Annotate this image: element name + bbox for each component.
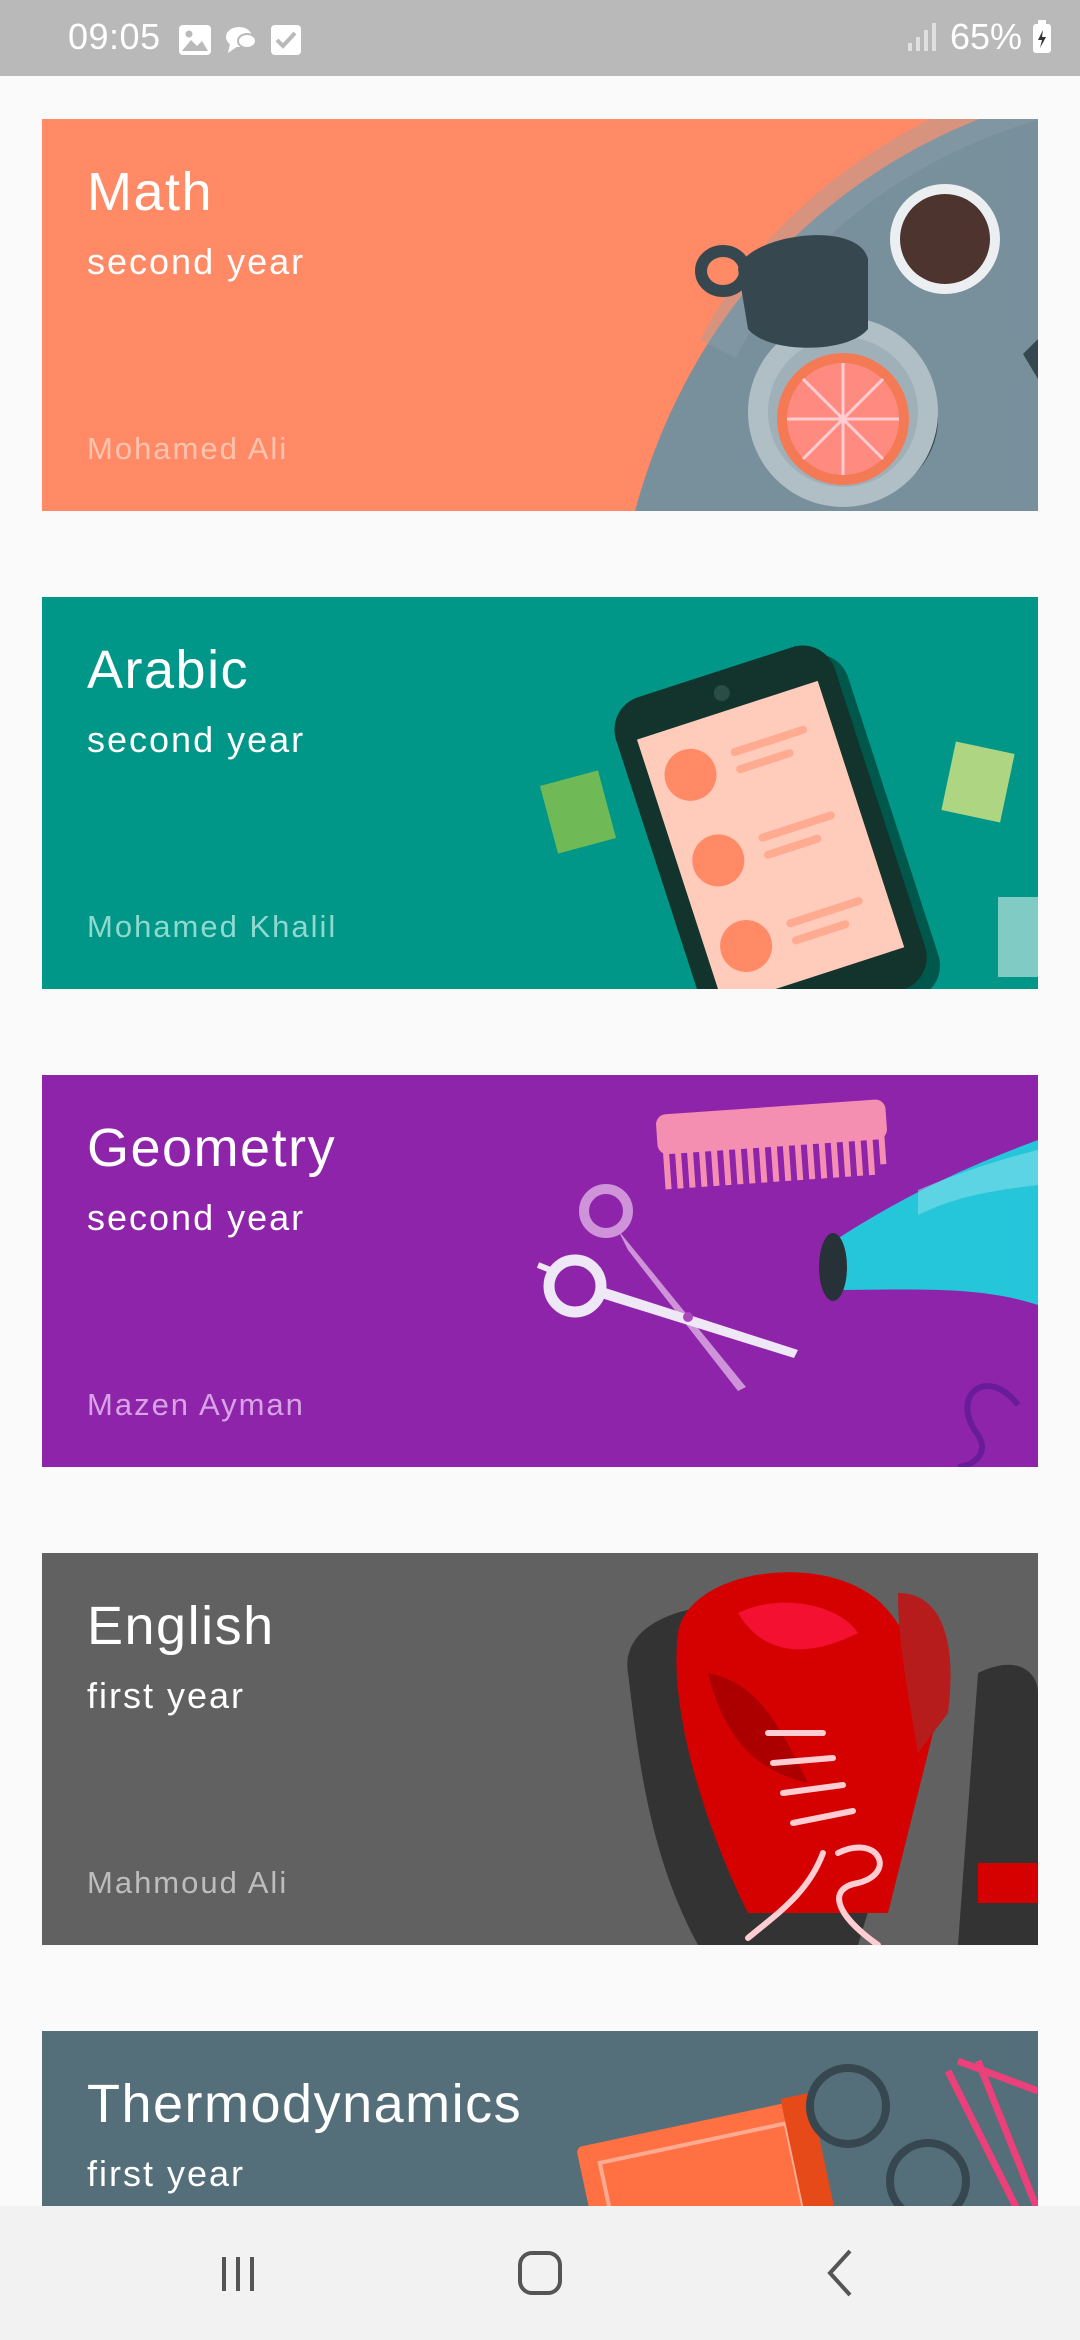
gallery-icon <box>179 25 211 55</box>
course-title: Math <box>87 162 214 222</box>
home-button[interactable] <box>460 2206 620 2340</box>
course-title: English <box>87 1596 275 1656</box>
scissors-comb-dryer-icon <box>536 1099 1038 1467</box>
recent-apps-button[interactable] <box>158 2206 318 2340</box>
status-bar: 09:05 65% <box>0 0 1080 76</box>
course-subtitle: first year <box>87 2153 246 2194</box>
course-teacher: Mahmoud Ali <box>87 1865 289 1900</box>
course-subtitle: first year <box>87 1675 246 1716</box>
battery-icon <box>1033 20 1051 53</box>
phone-contacts-icon <box>539 645 1038 989</box>
course-subtitle: second year <box>87 241 306 282</box>
signal-icon <box>907 23 936 51</box>
course-teacher: Mohamed Ali <box>87 431 289 466</box>
notification-icons <box>178 22 302 58</box>
course-card[interactable]: English first year Mahmoud Ali <box>42 1553 1038 1945</box>
chat-bubble-icon <box>226 27 257 53</box>
course-card[interactable]: Thermodynamics first year <box>42 2031 1038 2206</box>
status-right: 65% <box>906 16 1052 58</box>
book-glasses-icon <box>577 2057 1038 2206</box>
back-button[interactable] <box>762 2206 922 2340</box>
course-teacher: Mohamed Khalil <box>87 909 338 944</box>
status-time: 09:05 <box>68 16 161 57</box>
course-card[interactable]: Arabic second year Mohamed Khalil <box>42 597 1038 989</box>
recent-apps-icon <box>222 2257 254 2291</box>
course-list: Math second year Mohamed Ali Arabic seco… <box>0 76 1080 2206</box>
course-card[interactable]: Math second year Mohamed Ali <box>42 119 1038 511</box>
course-title: Geometry <box>87 1118 337 1178</box>
course-title: Thermodynamics <box>87 2074 523 2134</box>
back-icon <box>827 2249 852 2297</box>
course-subtitle: second year <box>87 1197 306 1238</box>
coffee-table-icon <box>635 119 1038 511</box>
battery-percent: 65% <box>949 16 1022 57</box>
home-icon <box>518 2251 562 2295</box>
navigation-bar <box>0 2206 1080 2340</box>
course-subtitle: second year <box>87 719 306 760</box>
checkbox-icon <box>271 25 301 55</box>
course-card[interactable]: Geometry second year Mazen Ayman <box>42 1075 1038 1467</box>
course-title: Arabic <box>87 640 250 700</box>
boxing-gloves-icon <box>627 1572 1038 1945</box>
course-teacher: Mazen Ayman <box>87 1387 305 1422</box>
